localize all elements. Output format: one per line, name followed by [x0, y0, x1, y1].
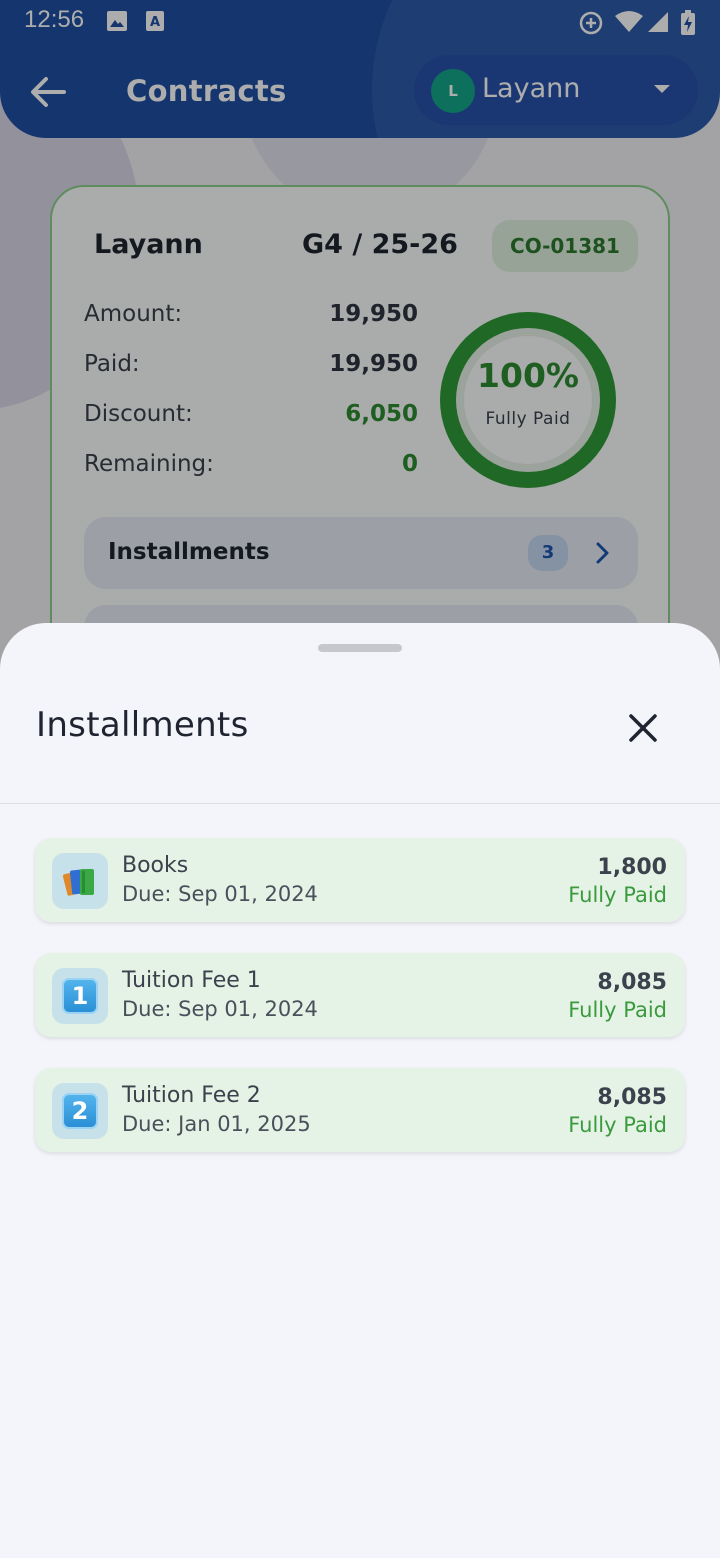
installment-status: Fully Paid — [568, 883, 667, 907]
books-icon — [62, 869, 94, 896]
installment-amount: 8,085 — [597, 970, 667, 995]
keycap-one-icon: 1 — [62, 978, 98, 1014]
installment-item-books[interactable]: Books Due: Sep 01, 2024 1,800 Fully Paid — [35, 838, 685, 922]
installment-item-tuition-fee-1[interactable]: 1 Tuition Fee 1 Due: Sep 01, 2024 8,085 … — [35, 953, 685, 1037]
installment-due-date: Due: Jan 01, 2025 — [122, 1112, 311, 1136]
installment-amount: 1,800 — [597, 855, 667, 880]
installment-amount: 8,085 — [597, 1085, 667, 1110]
divider — [0, 803, 720, 804]
sheet-title: Installments — [36, 705, 249, 745]
installment-item-tuition-fee-2[interactable]: 2 Tuition Fee 2 Due: Jan 01, 2025 8,085 … — [35, 1068, 685, 1152]
installments-bottom-sheet: Installments Books Due: Sep 01, 2024 1,8… — [0, 623, 720, 1558]
keycap-icon-tile: 2 — [52, 1083, 108, 1139]
installment-status: Fully Paid — [568, 1113, 667, 1137]
installment-name: Books — [122, 853, 189, 878]
installment-due-date: Due: Sep 01, 2024 — [122, 997, 318, 1021]
close-icon[interactable] — [620, 705, 666, 751]
installment-name: Tuition Fee 1 — [122, 968, 261, 993]
drag-handle[interactable] — [318, 644, 402, 652]
installment-due-date: Due: Sep 01, 2024 — [122, 882, 318, 906]
books-icon-tile — [52, 853, 108, 909]
keycap-two-icon: 2 — [62, 1093, 98, 1129]
installment-status: Fully Paid — [568, 998, 667, 1022]
installment-name: Tuition Fee 2 — [122, 1083, 261, 1108]
keycap-icon-tile: 1 — [52, 968, 108, 1024]
